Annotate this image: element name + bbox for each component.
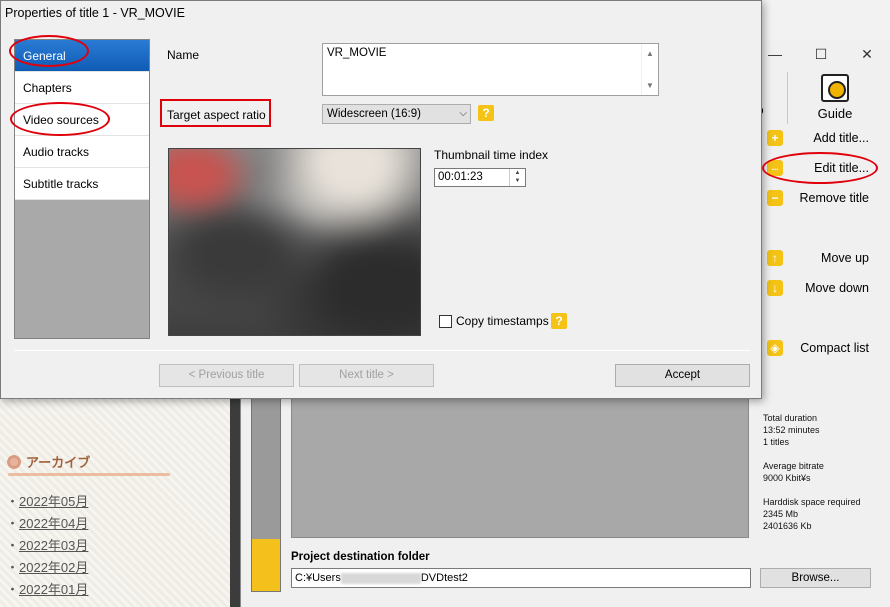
- disc-usage-bar: [251, 398, 281, 592]
- copy-timestamps-label: Copy timestamps: [456, 314, 549, 328]
- flower-icon: [6, 453, 22, 470]
- add-title-button[interactable]: + Add title...: [767, 126, 890, 150]
- ellipsis-icon: ...: [767, 160, 783, 176]
- archive-item: ・2022年05月: [6, 494, 89, 509]
- guide-label: Guide: [817, 106, 853, 121]
- archive-list: ・2022年05月 ・2022年04月 ・2022年03月 ・2022年02月 …: [6, 493, 88, 603]
- aspect-ratio-label: Target aspect ratio: [167, 108, 266, 122]
- edit-title-button[interactable]: ... Edit title...: [767, 156, 890, 180]
- remove-title-label: Remove title: [799, 191, 869, 205]
- compact-list-button[interactable]: ◈ Compact list: [767, 336, 890, 360]
- archive-item: ・2022年02月: [6, 560, 89, 575]
- scroll-up-icon[interactable]: ▲: [646, 49, 654, 58]
- plus-icon: +: [767, 130, 783, 146]
- move-up-label: Move up: [821, 251, 869, 265]
- thumbnail-time-input[interactable]: 00:01:23 ▲ ▼: [434, 168, 526, 187]
- nav-audio-tracks[interactable]: Audio tracks: [15, 136, 149, 168]
- archive-item: ・2022年04月: [6, 516, 89, 531]
- avg-bitrate-label: Average bitrate: [763, 461, 824, 471]
- copy-timestamps-checkbox[interactable]: Copy timestamps: [439, 314, 549, 328]
- remove-title-button[interactable]: − Remove title: [767, 186, 890, 210]
- titles-count: 1 titles: [763, 437, 790, 447]
- archive-link[interactable]: 2022年01月: [19, 582, 88, 597]
- accept-button[interactable]: Accept: [615, 364, 750, 387]
- next-title-button[interactable]: Next title >: [299, 364, 434, 387]
- window-border: [230, 380, 240, 607]
- total-duration-value: 13:52 minutes: [763, 425, 820, 435]
- move-down-button[interactable]: ↓ Move down: [767, 276, 890, 300]
- thumbnail-time-label: Thumbnail time index: [434, 148, 549, 162]
- archive-title: アーカイブ: [26, 455, 91, 470]
- archive-link[interactable]: 2022年03月: [19, 538, 88, 553]
- total-duration-label: Total duration: [763, 413, 818, 423]
- arrow-up-icon: ↑: [767, 250, 783, 266]
- disk-space-label: Harddisk space required: [763, 497, 861, 507]
- archive-divider: [8, 473, 170, 476]
- name-input[interactable]: VR_MOVIE ▲ ▼: [322, 43, 659, 96]
- name-scrollbar[interactable]: ▲ ▼: [641, 44, 658, 95]
- destination-folder-label: Project destination folder: [291, 551, 430, 563]
- properties-dialog: Properties of title 1 - VR_MOVIE General…: [0, 0, 762, 399]
- dest-path-prefix: C:¥Users: [295, 572, 341, 584]
- dialog-title: Properties of title 1 - VR_MOVIE: [5, 6, 185, 20]
- guide-icon: [821, 74, 849, 102]
- maximize-icon[interactable]: ☐: [798, 40, 844, 68]
- redacted-segment: [340, 572, 421, 584]
- arrow-down-icon: ↓: [767, 280, 783, 296]
- thumbnail-time-value: 00:01:23: [438, 171, 483, 183]
- edit-title-label: Edit title...: [814, 161, 869, 175]
- move-up-button[interactable]: ↑ Move up: [767, 246, 890, 270]
- property-nav: General Chapters Video sources Audio tra…: [14, 39, 150, 339]
- move-down-label: Move down: [805, 281, 869, 295]
- aspect-ratio-value: Widescreen (16:9): [327, 108, 421, 120]
- dialog-separator: [14, 350, 750, 351]
- nav-chapters[interactable]: Chapters: [15, 72, 149, 104]
- browse-button[interactable]: Browse...: [760, 568, 871, 588]
- dest-path-suffix: DVDtest2: [420, 572, 468, 584]
- add-title-label: Add title...: [813, 131, 869, 145]
- compact-list-label: Compact list: [800, 341, 869, 355]
- archive-heading: アーカイブ: [6, 452, 90, 471]
- disk-space-mb: 2345 Mb: [763, 509, 799, 519]
- previous-title-button[interactable]: < Previous title: [159, 364, 294, 387]
- title-list-area[interactable]: [291, 398, 749, 538]
- name-value: VR_MOVIE: [327, 47, 387, 59]
- spin-buttons[interactable]: ▲ ▼: [509, 169, 525, 186]
- avg-bitrate-value: 9000 Kbit¥s: [763, 473, 811, 483]
- checkbox-box[interactable]: [439, 314, 452, 328]
- archive-item: ・2022年03月: [6, 538, 89, 553]
- archive-link[interactable]: 2022年05月: [19, 494, 88, 509]
- name-label: Name: [167, 48, 200, 62]
- destination-folder-input[interactable]: C:¥Users DVDtest2: [291, 568, 751, 588]
- archive-item: ・2022年01月: [6, 582, 89, 597]
- chevron-down-icon: ⌵: [459, 108, 467, 119]
- minus-icon: −: [767, 190, 783, 206]
- disc-usage-fill: [252, 539, 280, 591]
- help-icon[interactable]: ?: [551, 313, 567, 329]
- compact-icon: ◈: [767, 340, 783, 356]
- nav-subtitle-tracks[interactable]: Subtitle tracks: [15, 168, 149, 200]
- dialog-body: General Chapters Video sources Audio tra…: [2, 27, 760, 397]
- toolbar-separator: [787, 72, 788, 124]
- close-icon[interactable]: ✕: [844, 40, 890, 68]
- archive-link[interactable]: 2022年04月: [19, 516, 88, 531]
- nav-video-sources[interactable]: Video sources: [15, 104, 149, 136]
- guide-button[interactable]: Guide: [801, 74, 869, 121]
- aspect-ratio-select[interactable]: Widescreen (16:9) ⌵: [322, 104, 471, 124]
- nav-general[interactable]: General: [15, 40, 149, 72]
- disk-space-kb: 2401636 Kb: [763, 521, 812, 531]
- thumbnail-preview: [168, 148, 421, 336]
- archive-link[interactable]: 2022年02月: [19, 560, 88, 575]
- window-controls: ― ☐ ✕: [752, 40, 890, 68]
- project-stats: Total duration 13:52 minutes 1 titles Av…: [763, 412, 861, 544]
- blog-background: アーカイブ ・2022年05月 ・2022年04月 ・2022年03月 ・202…: [0, 380, 230, 607]
- help-icon[interactable]: ?: [478, 105, 494, 121]
- scroll-down-icon[interactable]: ▼: [646, 81, 654, 90]
